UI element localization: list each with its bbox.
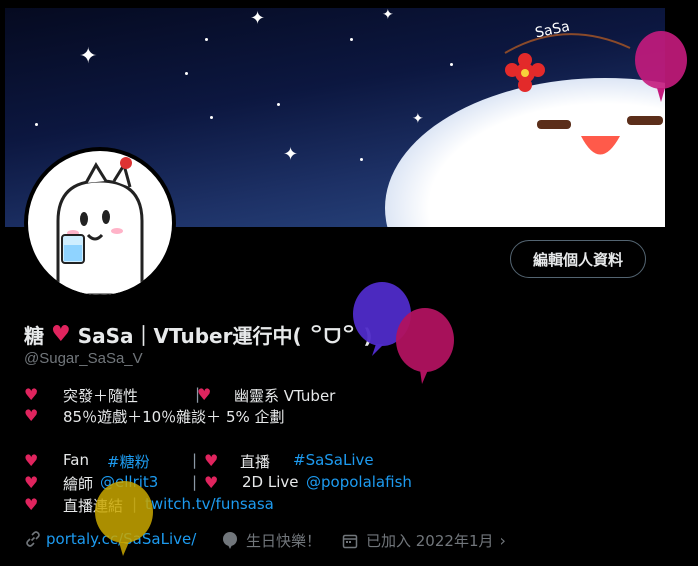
bio-text: 2D Live (242, 473, 299, 491)
bio-line: ♥ 繪師 @ellrit3 | ♥ 2D Live @popolalafish (24, 473, 412, 493)
hashtag-link[interactable]: #糖粉 (107, 451, 150, 472)
edit-profile-button[interactable]: 編輯個人資料 (510, 240, 646, 278)
display-name: 糖 ♥ SaSa｜VTuber運行中( ꒪ᗜ꒪ ) (24, 320, 373, 349)
birthday-text: 生日快樂！ (246, 532, 322, 550)
bio-text: Fan (63, 451, 89, 469)
divider: | (192, 473, 198, 491)
hashtag-link[interactable]: #SaSaLive (293, 451, 374, 469)
heart-icon: ♥ (197, 385, 212, 404)
balloon-decoration (635, 31, 687, 102)
joined-item: 已加入 2022年1月 › (342, 530, 506, 551)
heart-icon: ♥ (24, 473, 39, 492)
chevron-right-icon[interactable]: › (500, 531, 506, 550)
bio-line: ♥ Fan #糖粉 | ♥ 直播 #SaSaLive (24, 451, 374, 471)
birthday-item: 生日快樂！ (222, 530, 321, 551)
name-prefix: 糖 (24, 324, 44, 348)
name-suffix: SaSa｜VTuber運行中( ꒪ᗜ꒪ ) (77, 324, 373, 348)
balloon-location-icon (223, 531, 237, 549)
heart-icon: ♥ (24, 495, 39, 514)
calendar-icon (342, 534, 358, 548)
heart-icon: ♥ (51, 322, 71, 347)
bio-line: ♥ 85％遊戲＋10％雜談＋ 5% 企劃 (24, 406, 285, 426)
stream-link[interactable]: twitch.tv/funsasa (145, 495, 274, 513)
heart-icon: ♥ (204, 451, 219, 470)
heart-icon: ♥ (204, 473, 219, 492)
bio-text: 直播 (240, 453, 271, 471)
link-icon (26, 531, 40, 547)
bio-text: 85％遊戲＋10％雜談＋ 5% 企劃 (63, 408, 285, 426)
top-strip (0, 0, 698, 8)
username-handle: @Sugar_SaSa_V (24, 350, 143, 367)
balloon-decoration (95, 481, 153, 556)
ghost-avatar-illustration (56, 157, 144, 295)
avatar[interactable] (24, 147, 176, 299)
heart-icon: ♥ (24, 385, 39, 404)
bio-text: 幽靈系 VTuber (234, 387, 336, 405)
mention-link[interactable]: @popolalafish (306, 473, 412, 491)
bio-line: ♥ 突發＋隨性 | ♥ 幽靈系 VTuber (24, 385, 335, 405)
bio-text: 突發＋隨性 (63, 387, 139, 405)
bio-text: 繪師 (63, 475, 94, 493)
joined-text: 已加入 2022年1月 (366, 532, 494, 550)
divider: | (192, 451, 198, 469)
heart-icon: ♥ (24, 451, 39, 470)
balloon-decoration (396, 308, 454, 384)
bio-line: ♥ 直播連結 | twitch.tv/funsasa (24, 495, 274, 515)
heart-icon: ♥ (24, 406, 39, 425)
